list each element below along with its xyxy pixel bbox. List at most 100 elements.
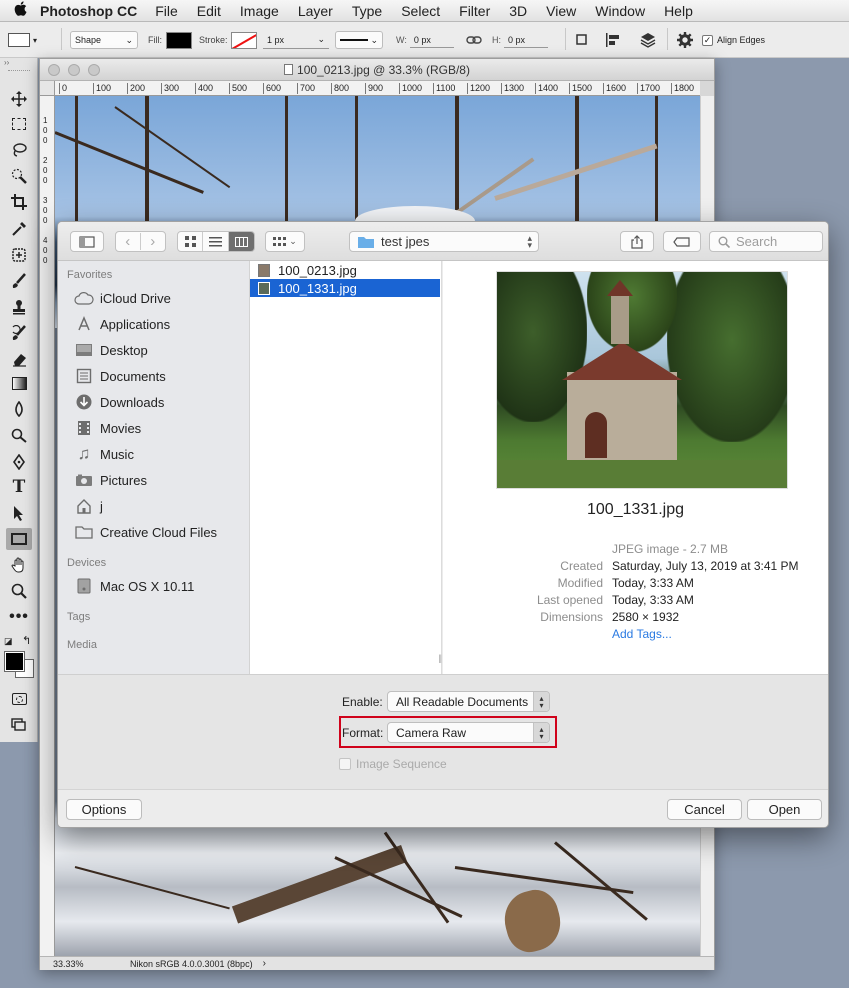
default-colors-icon[interactable]: ◪ — [4, 636, 13, 647]
stroke-type-select[interactable]: ⌄ — [335, 31, 383, 49]
share-button[interactable] — [620, 231, 654, 252]
column-resize-handle[interactable]: || — [438, 653, 442, 663]
gradient-tool-icon[interactable] — [6, 372, 32, 394]
sidebar-item-icloud-drive[interactable]: iCloud Drive — [73, 287, 171, 309]
cancel-button[interactable]: Cancel — [667, 799, 742, 820]
eraser-tool-icon[interactable] — [6, 348, 32, 370]
lasso-tool-icon[interactable] — [6, 139, 32, 161]
twig — [74, 866, 230, 910]
ruler-tick-label: 1300 — [501, 83, 524, 94]
open-button[interactable]: Open — [747, 799, 822, 820]
quick-mask-icon[interactable] — [6, 688, 32, 710]
gear-icon[interactable] — [677, 30, 693, 50]
horizontal-ruler[interactable]: 0 100 200 300 400 500 600 700 800 900 1000 1100 1200… — [55, 81, 700, 96]
ruler-tick-label: 900 — [365, 83, 383, 94]
dodge-tool-icon[interactable] — [6, 424, 32, 446]
link-icon[interactable] — [466, 30, 482, 50]
sidebar-item-documents[interactable]: Documents — [73, 365, 166, 387]
stroke-size-field[interactable]: 1 px ⌄ — [263, 31, 329, 49]
spot-healing-tool-icon[interactable] — [6, 244, 32, 266]
align-edges-checkbox[interactable]: ✓ — [702, 34, 713, 46]
media-header: Media — [67, 639, 97, 651]
more-tools-icon[interactable]: ••• — [6, 606, 32, 628]
location-popup[interactable]: test jpes ▴ ▾ — [349, 231, 539, 252]
column-view-icon[interactable] — [228, 232, 254, 251]
move-tool-icon[interactable] — [6, 88, 32, 110]
zoom-tool-icon[interactable] — [6, 580, 32, 602]
menu-layer[interactable]: Layer — [298, 3, 333, 19]
rectangle-tool-icon[interactable] — [6, 528, 32, 550]
stroke-swatch[interactable] — [230, 31, 257, 49]
sidebar-item-mac-os-disk[interactable]: Mac OS X 10.11 — [73, 575, 194, 597]
fill-swatch[interactable] — [166, 31, 192, 49]
blur-tool-icon[interactable] — [6, 398, 32, 420]
sidebar-item-applications[interactable]: Applications — [73, 313, 170, 335]
screen-mode-icon[interactable] — [6, 714, 32, 736]
height-field[interactable]: 0 px — [504, 32, 548, 48]
sidebar-item-desktop[interactable]: Desktop — [73, 339, 148, 361]
clone-stamp-tool-icon[interactable] — [6, 296, 32, 318]
tool-preset-picker[interactable]: ▾ — [8, 30, 37, 50]
sidebar-item-home[interactable]: j — [73, 495, 103, 517]
sidebar-item-pictures[interactable]: Pictures — [73, 469, 147, 491]
history-brush-tool-icon[interactable] — [6, 322, 32, 344]
path-alignment-icon[interactable] — [604, 30, 622, 50]
preview-thumbnail — [496, 271, 788, 489]
sidebar-item-music[interactable]: ♫ Music — [73, 443, 134, 465]
zoom-level[interactable]: 33.33% — [53, 959, 113, 969]
app-name-menu[interactable]: Photoshop CC — [40, 3, 137, 19]
image-sequence-option[interactable]: Image Sequence — [339, 757, 447, 771]
path-selection-tool-icon[interactable] — [6, 502, 32, 524]
forward-button[interactable]: › — [141, 233, 165, 250]
path-arrangement-icon[interactable] — [638, 30, 658, 50]
icon-view-icon[interactable] — [178, 232, 204, 251]
swap-colors-icon[interactable]: ↰ — [22, 634, 31, 647]
menu-3d[interactable]: 3D — [509, 3, 527, 19]
arrange-button[interactable]: ⌄ — [265, 231, 305, 252]
back-button[interactable]: ‹ — [116, 233, 141, 250]
eyedropper-tool-icon[interactable] — [6, 218, 32, 240]
chevron-right-icon[interactable]: › — [263, 958, 266, 969]
quick-selection-tool-icon[interactable] — [6, 165, 32, 187]
menu-type[interactable]: Type — [352, 3, 382, 19]
vertical-ruler[interactable]: 100 200 300 400 — [40, 96, 55, 956]
tags-button[interactable] — [663, 231, 701, 252]
width-field[interactable]: 0 px — [409, 32, 454, 48]
chevron-down-icon: ▾ — [33, 35, 38, 45]
brush-tool-icon[interactable] — [6, 270, 32, 292]
format-popup[interactable]: Camera Raw ▴ ▾ — [387, 722, 550, 743]
file-row[interactable]: 100_0213.jpg — [250, 261, 440, 279]
location-name: test jpes — [381, 234, 430, 249]
image-sequence-checkbox[interactable] — [339, 758, 351, 770]
sidebar-item-downloads[interactable]: Downloads — [73, 391, 164, 413]
crop-tool-icon[interactable] — [6, 191, 32, 213]
hand-tool-icon[interactable] — [6, 554, 32, 576]
menu-edit[interactable]: Edit — [197, 3, 221, 19]
file-row-selected[interactable]: 100_1331.jpg — [250, 279, 440, 297]
menu-select[interactable]: Select — [401, 3, 440, 19]
list-view-icon[interactable] — [203, 232, 229, 251]
marquee-tool-icon[interactable] — [6, 113, 32, 135]
sidebar-toggle-button[interactable] — [70, 231, 104, 252]
ruler-origin[interactable] — [40, 81, 55, 96]
menu-filter[interactable]: Filter — [459, 3, 490, 19]
add-tags-link[interactable]: Add Tags... — [612, 627, 672, 641]
apple-icon[interactable] — [0, 1, 40, 20]
options-button[interactable]: Options — [66, 799, 142, 820]
search-field[interactable]: Search — [709, 231, 823, 252]
menu-help[interactable]: Help — [664, 3, 693, 19]
menu-view[interactable]: View — [546, 3, 576, 19]
pen-tool-icon[interactable] — [6, 451, 32, 473]
file-list-column: 100_0213.jpg 100_1331.jpg || — [250, 261, 442, 674]
enable-popup[interactable]: All Readable Documents ▴ ▾ — [387, 691, 550, 712]
shape-mode-select[interactable]: Shape ⌄ — [70, 31, 138, 49]
foreground-color-swatch[interactable] — [4, 651, 25, 672]
collapse-icon[interactable]: ›› — [4, 58, 9, 67]
menu-file[interactable]: File — [155, 3, 178, 19]
sidebar-item-movies[interactable]: Movies — [73, 417, 141, 439]
path-operations-icon[interactable] — [575, 30, 589, 50]
sidebar-item-creative-cloud-files[interactable]: Creative Cloud Files — [73, 521, 217, 543]
type-tool-icon[interactable]: T — [6, 476, 32, 498]
menu-image[interactable]: Image — [240, 3, 279, 19]
menu-window[interactable]: Window — [595, 3, 645, 19]
